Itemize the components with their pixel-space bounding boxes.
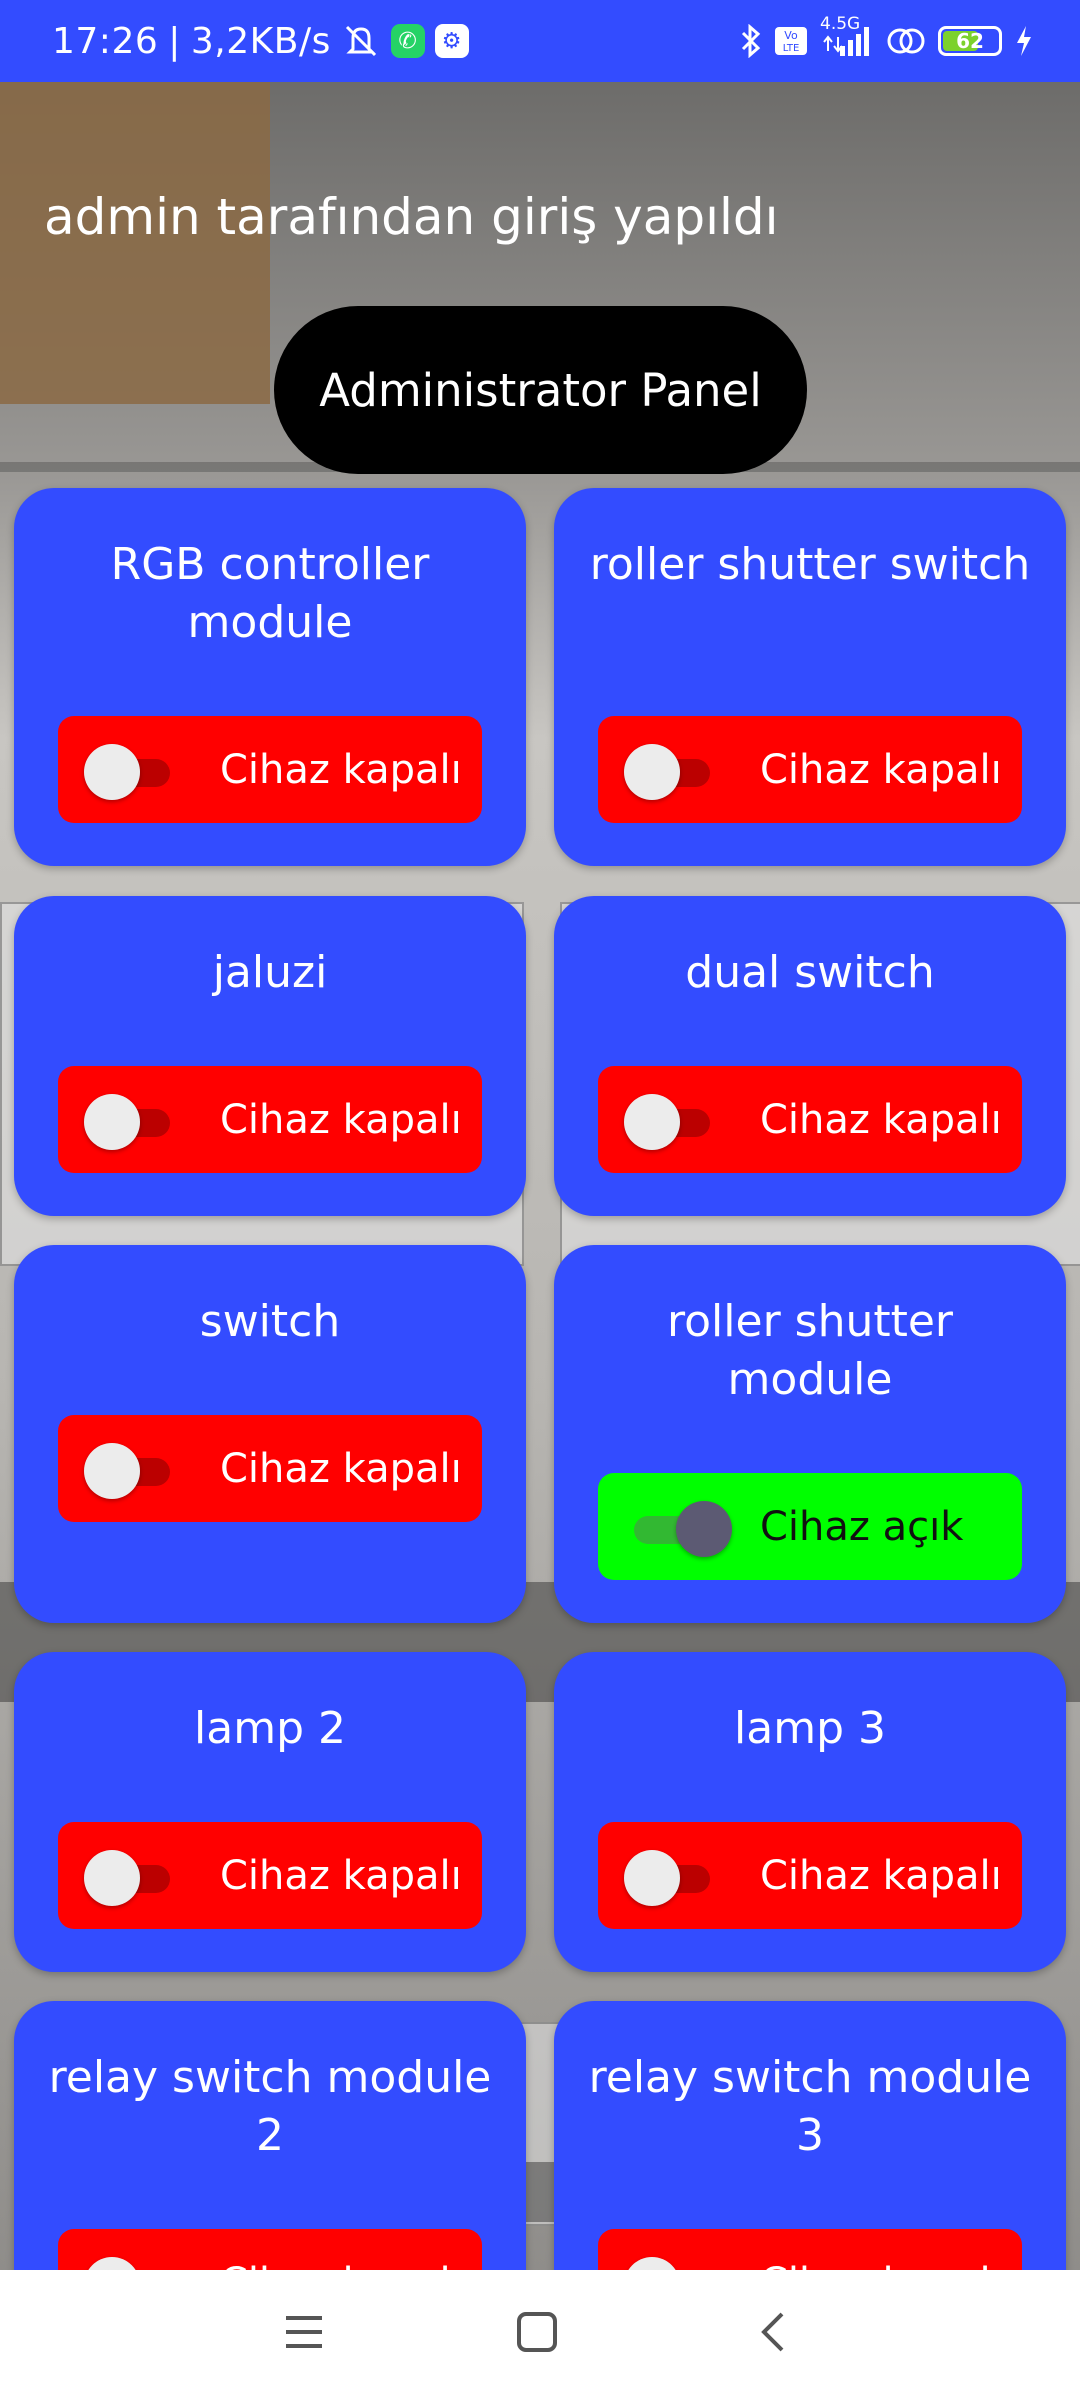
device-toggle-pill[interactable]: Cihaz kapalı bbox=[58, 1822, 482, 1929]
device-title: RGB controller module bbox=[110, 539, 430, 648]
toggle-switch[interactable] bbox=[624, 1850, 712, 1906]
device-toggle-pill[interactable]: Cihaz açık bbox=[598, 1473, 1022, 1580]
toggle-switch[interactable] bbox=[84, 1850, 172, 1906]
device-title: relay switch module 3 bbox=[588, 2052, 1032, 2161]
login-message: admin tarafından giriş yapıldı bbox=[44, 188, 779, 246]
administrator-panel-button[interactable]: Administrator Panel bbox=[274, 306, 807, 474]
device-title: roller shutter module bbox=[667, 1296, 953, 1405]
device-status: Cihaz kapalı bbox=[760, 746, 1002, 793]
status-bar: 17:26 | 3,2KB/s ✆ ⚙ Vo LTE 4.5G 62 bbox=[0, 0, 1080, 82]
device-toggle-pill[interactable]: Cihaz kapalı bbox=[598, 1822, 1022, 1929]
status-separator: | bbox=[168, 20, 181, 62]
device-status: Cihaz kapalı bbox=[220, 1096, 462, 1143]
home-icon[interactable] bbox=[515, 2310, 559, 2358]
network-type: 4.5G bbox=[820, 14, 861, 34]
mute-icon bbox=[341, 23, 381, 59]
device-status: Cihaz kapalı bbox=[220, 746, 462, 793]
network-speed: 3,2KB/s bbox=[190, 20, 331, 62]
menu-icon[interactable] bbox=[282, 2310, 326, 2358]
back-icon[interactable] bbox=[752, 2310, 796, 2358]
device-card-dual-switch: dual switch Cihaz kapalı bbox=[554, 896, 1066, 1216]
device-card-roller-shutter-switch: roller shutter switch Cihaz kapalı bbox=[554, 488, 1066, 866]
device-title: roller shutter switch bbox=[589, 539, 1031, 590]
device-title: switch bbox=[199, 1296, 341, 1347]
signal-icon: 4.5G bbox=[820, 14, 874, 58]
whatsapp-icon: ✆ bbox=[390, 24, 425, 58]
hotspot-icon bbox=[886, 24, 926, 58]
toggle-switch[interactable] bbox=[624, 744, 712, 800]
toggle-switch[interactable] bbox=[624, 1501, 732, 1557]
device-card-lamp-2: lamp 2 Cihaz kapalı bbox=[14, 1652, 526, 1972]
volte-icon: Vo LTE bbox=[774, 26, 808, 56]
clock: 17:26 bbox=[52, 20, 159, 62]
device-title: jaluzi bbox=[212, 947, 328, 998]
svg-text:Vo: Vo bbox=[784, 29, 798, 42]
device-title: relay switch module 2 bbox=[48, 2052, 492, 2161]
device-status: Cihaz kapalı bbox=[760, 1852, 1002, 1899]
device-toggle-pill[interactable]: Cihaz kapalı bbox=[58, 1415, 482, 1522]
battery-level: 62 bbox=[956, 29, 984, 53]
settings-app-icon: ⚙ bbox=[434, 24, 469, 58]
toggle-switch[interactable] bbox=[84, 1094, 172, 1150]
toggle-switch[interactable] bbox=[84, 1443, 172, 1499]
device-card-jaluzi: jaluzi Cihaz kapalı bbox=[14, 896, 526, 1216]
device-status: Cihaz kapalı bbox=[760, 1096, 1002, 1143]
svg-text:LTE: LTE bbox=[783, 43, 800, 54]
device-status: Cihaz açık bbox=[760, 1503, 964, 1550]
toggle-switch[interactable] bbox=[624, 1094, 712, 1150]
device-title: dual switch bbox=[685, 947, 935, 998]
bluetooth-icon bbox=[740, 24, 762, 58]
device-toggle-pill[interactable]: Cihaz kapalı bbox=[598, 716, 1022, 823]
battery-icon: 62 bbox=[938, 26, 1002, 56]
device-card-roller-shutter-module: roller shutter module Cihaz açık bbox=[554, 1245, 1066, 1623]
device-status: Cihaz kapalı bbox=[220, 1852, 462, 1899]
device-title: lamp 2 bbox=[194, 1703, 346, 1754]
charging-icon bbox=[1014, 24, 1034, 58]
device-toggle-pill[interactable]: Cihaz kapalı bbox=[58, 716, 482, 823]
navigation-bar bbox=[0, 2270, 1080, 2400]
device-card-rgb-controller-module: RGB controller module Cihaz kapalı bbox=[14, 488, 526, 866]
device-card-lamp-3: lamp 3 Cihaz kapalı bbox=[554, 1652, 1066, 1972]
device-toggle-pill[interactable]: Cihaz kapalı bbox=[598, 1066, 1022, 1173]
device-card-switch: switch Cihaz kapalı bbox=[14, 1245, 526, 1623]
device-title: lamp 3 bbox=[734, 1703, 886, 1754]
toggle-switch[interactable] bbox=[84, 744, 172, 800]
device-status: Cihaz kapalı bbox=[220, 1445, 462, 1492]
device-toggle-pill[interactable]: Cihaz kapalı bbox=[58, 1066, 482, 1173]
